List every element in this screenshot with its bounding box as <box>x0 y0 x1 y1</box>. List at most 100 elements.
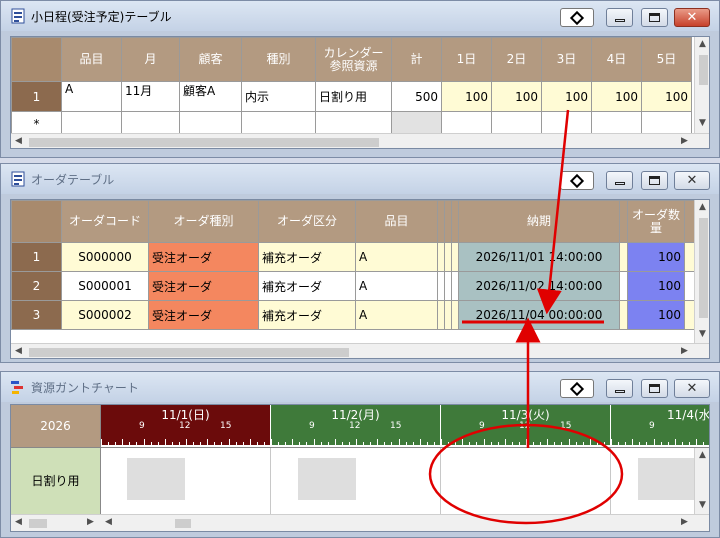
row-header[interactable]: 3 <box>11 300 62 330</box>
pin-button[interactable] <box>560 8 594 27</box>
close-button[interactable]: ✕ <box>674 8 710 27</box>
day-header-1[interactable]: 11/1(日) 9 12 15 <box>101 405 271 445</box>
col-header-total[interactable]: 計 <box>391 37 442 82</box>
scroll-left-icon[interactable]: ◀ <box>105 518 112 527</box>
close-button[interactable]: ✕ <box>674 379 710 398</box>
cell-narrow[interactable] <box>451 300 459 330</box>
row-header[interactable]: 1 <box>11 242 62 272</box>
col-header-month[interactable]: 月 <box>121 37 180 82</box>
scroll-thumb[interactable] <box>175 519 191 528</box>
new-cell[interactable] <box>391 111 442 136</box>
cell-item[interactable]: A <box>61 81 122 112</box>
minimize-button[interactable] <box>606 379 633 398</box>
col-header-kind[interactable]: 種別 <box>241 37 316 82</box>
new-cell[interactable] <box>441 111 492 136</box>
maximize-button[interactable] <box>641 171 668 190</box>
new-cell[interactable] <box>591 111 642 136</box>
cell-item[interactable]: A <box>355 242 438 272</box>
table-row[interactable]: 1 A 11月 顧客A 内示 日割り用 500 100 100 100 100 … <box>11 81 692 112</box>
scroll-left-icon[interactable]: ◀ <box>15 137 22 146</box>
cell-day3[interactable]: 100 <box>541 81 592 112</box>
gantt-vertical-scrollbar[interactable]: ▲ ▼ <box>694 448 709 514</box>
new-row[interactable]: * <box>11 111 692 136</box>
scroll-thumb[interactable] <box>699 55 708 85</box>
col-header-narrow[interactable] <box>444 200 452 243</box>
cell-narrow[interactable] <box>437 242 445 272</box>
cell-narrow[interactable] <box>444 300 452 330</box>
col-header-customer[interactable]: 顧客 <box>179 37 242 82</box>
schedule-vertical-scrollbar[interactable]: ▲ ▼ <box>694 37 709 133</box>
schedule-title-bar[interactable]: 小日程(受注予定)テーブル ✕ <box>1 1 719 31</box>
day-header-3[interactable]: 11/3(火) 9 12 15 <box>441 405 611 445</box>
minimize-button[interactable] <box>606 8 633 27</box>
cell-due[interactable]: 2026/11/02 14:00:00 <box>458 271 620 301</box>
cell-day4[interactable]: 100 <box>591 81 642 112</box>
cell-narrow[interactable] <box>684 271 695 301</box>
cell-kind[interactable]: 内示 <box>241 81 316 112</box>
col-header-narrow[interactable] <box>619 200 628 243</box>
cell-narrow[interactable] <box>451 242 459 272</box>
scroll-right-icon[interactable]: ▶ <box>681 518 688 527</box>
pin-button[interactable] <box>560 171 594 190</box>
cell-month[interactable]: 11月 <box>121 81 180 112</box>
col-header-due[interactable]: 納期 <box>458 200 620 243</box>
capacity-block[interactable] <box>638 458 694 500</box>
gantt-horizontal-scrollbar[interactable]: ◀ ▶ <box>101 514 709 531</box>
cell-order-code[interactable]: S000000 <box>61 242 149 272</box>
scroll-thumb[interactable] <box>699 218 708 318</box>
maximize-button[interactable] <box>641 379 668 398</box>
cell-customer[interactable]: 顧客A <box>179 81 242 112</box>
col-header-calendar[interactable]: カレンダー参照資源 <box>315 37 392 82</box>
scroll-right-icon[interactable]: ▶ <box>87 518 94 527</box>
scroll-up-icon[interactable]: ▲ <box>699 40 706 49</box>
cell-narrow[interactable] <box>437 300 445 330</box>
cell-narrow[interactable] <box>451 271 459 301</box>
col-header-day5[interactable]: 5日 <box>641 37 692 82</box>
new-cell[interactable] <box>491 111 542 136</box>
cell-item[interactable]: A <box>355 271 438 301</box>
new-cell[interactable] <box>61 111 122 136</box>
day-header-4[interactable]: 11/4(水 9 <box>611 405 709 445</box>
cell-qty[interactable]: 100 <box>627 300 685 330</box>
col-header-order-type[interactable]: オーダ種別 <box>148 200 259 243</box>
cell-total[interactable]: 500 <box>391 81 442 112</box>
cell-order-type[interactable]: 受注オーダ <box>148 271 259 301</box>
cell-order-category[interactable]: 補充オーダ <box>258 300 356 330</box>
cell-narrow[interactable] <box>619 300 628 330</box>
cell-due[interactable]: 2026/11/01 14:00:00 <box>458 242 620 272</box>
cell-order-type[interactable]: 受注オーダ <box>148 242 259 272</box>
scroll-left-icon[interactable]: ◀ <box>15 347 22 356</box>
col-header-qty[interactable]: オーダ数量 <box>627 200 685 243</box>
scroll-thumb[interactable] <box>29 348 349 357</box>
new-cell[interactable] <box>315 111 392 136</box>
new-cell[interactable] <box>241 111 316 136</box>
col-header-day2[interactable]: 2日 <box>491 37 542 82</box>
gantt-left-horizontal-scrollbar[interactable]: ◀ ▶ <box>11 514 101 531</box>
cell-order-category[interactable]: 補充オーダ <box>258 271 356 301</box>
minimize-button[interactable] <box>606 171 633 190</box>
schedule-horizontal-scrollbar[interactable]: ◀ ▶ <box>11 133 709 148</box>
table-row[interactable]: 3 S000002 受注オーダ 補充オーダ A 2026/11/04 00:00… <box>11 300 695 330</box>
col-header-day4[interactable]: 4日 <box>591 37 642 82</box>
scroll-right-icon[interactable]: ▶ <box>681 137 688 146</box>
pin-button[interactable] <box>560 379 594 398</box>
scroll-up-icon[interactable]: ▲ <box>699 203 706 212</box>
col-header-narrow[interactable] <box>451 200 459 243</box>
close-button[interactable]: ✕ <box>674 171 710 190</box>
col-header-narrow[interactable] <box>684 200 695 243</box>
cell-item[interactable]: A <box>355 300 438 330</box>
capacity-block[interactable] <box>127 458 185 500</box>
order-title-bar[interactable]: オーダテーブル ✕ <box>1 164 719 194</box>
cell-order-code[interactable]: S000002 <box>61 300 149 330</box>
scroll-down-icon[interactable]: ▼ <box>699 501 706 510</box>
cell-narrow[interactable] <box>444 242 452 272</box>
cell-qty[interactable]: 100 <box>627 271 685 301</box>
cell-narrow[interactable] <box>437 271 445 301</box>
col-header-item[interactable]: 品目 <box>61 37 122 82</box>
maximize-button[interactable] <box>641 8 668 27</box>
scroll-thumb[interactable] <box>29 519 47 528</box>
col-header-order-code[interactable]: オーダコード <box>61 200 149 243</box>
new-cell[interactable] <box>641 111 692 136</box>
col-header-item[interactable]: 品目 <box>355 200 438 243</box>
cell-narrow[interactable] <box>619 271 628 301</box>
